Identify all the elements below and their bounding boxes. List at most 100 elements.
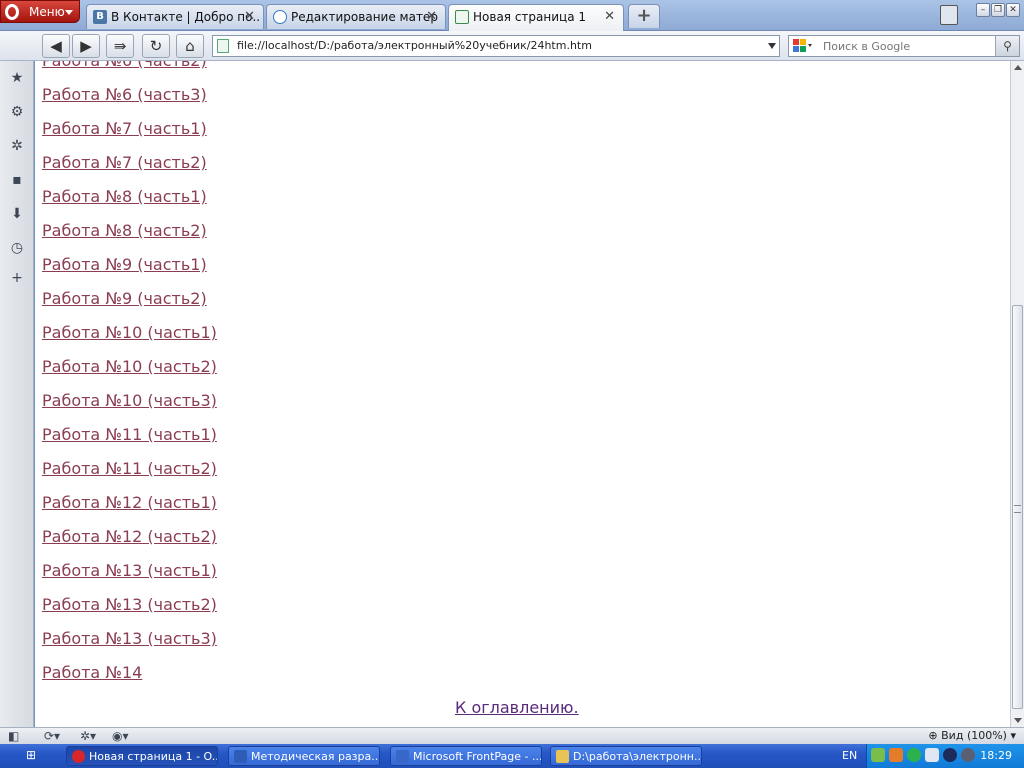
link-work-7-part-2[interactable]: Работа №7 (часть2) bbox=[42, 153, 217, 187]
opera-logo-icon bbox=[5, 4, 19, 20]
tray-app-icon[interactable] bbox=[889, 748, 903, 762]
taskbar-item-frontpage[interactable]: Microsoft FrontPage - ... bbox=[390, 746, 542, 766]
tray-app-icon[interactable] bbox=[871, 748, 885, 762]
language-indicator[interactable]: EN bbox=[842, 749, 857, 762]
panel-toggle-icon[interactable]: ◧ bbox=[8, 729, 19, 743]
search-box[interactable]: ⚲ bbox=[788, 35, 1020, 57]
close-icon[interactable]: ✕ bbox=[244, 9, 255, 24]
unite-status-icon[interactable]: ✲▾ bbox=[80, 729, 96, 743]
taskbar-item-title: Методическая разра... bbox=[251, 750, 380, 763]
forward-button[interactable]: ▶ bbox=[72, 34, 100, 58]
link-work-12-part-2[interactable]: Работа №12 (часть2) bbox=[42, 527, 217, 561]
link-work-7-part-1[interactable]: Работа №7 (часть1) bbox=[42, 119, 217, 153]
taskbar-item-title: D:\работа\электронн... bbox=[573, 750, 702, 763]
restore-button[interactable]: ❐ bbox=[991, 3, 1005, 17]
taskbar-item-opera[interactable]: Новая страница 1 - O... bbox=[66, 746, 218, 766]
widgets-gear-icon[interactable]: ⚙ bbox=[8, 103, 26, 121]
link-work-13-part-3[interactable]: Работа №13 (часть3) bbox=[42, 629, 217, 663]
close-icon[interactable]: ✕ bbox=[426, 9, 437, 24]
page-content: Работа №6 (часть2) Работа №6 (часть3) Ра… bbox=[35, 61, 1010, 727]
page-icon bbox=[217, 39, 229, 53]
back-button[interactable]: ◀ bbox=[42, 34, 70, 58]
link-work-12-part-1[interactable]: Работа №12 (часть1) bbox=[42, 493, 217, 527]
trash-icon[interactable] bbox=[940, 5, 958, 25]
taskbar-item-folder[interactable]: D:\работа\электронн... bbox=[550, 746, 702, 766]
chevron-down-icon: ▾ bbox=[1010, 729, 1016, 742]
frontpage-icon bbox=[396, 750, 409, 763]
joomla-icon bbox=[273, 10, 287, 24]
link-work-10-part-3[interactable]: Работа №10 (часть3) bbox=[42, 391, 217, 425]
word-icon bbox=[234, 750, 247, 763]
link-work-6-part-3[interactable]: Работа №6 (часть3) bbox=[42, 85, 217, 119]
sync-icon[interactable]: ⟳▾ bbox=[44, 729, 60, 743]
zoom-icon: ⊕ bbox=[928, 729, 938, 742]
add-panel-icon[interactable]: + bbox=[8, 269, 26, 287]
close-icon[interactable]: ✕ bbox=[604, 9, 615, 24]
minimize-button[interactable]: – bbox=[976, 3, 990, 17]
link-work-13-part-1[interactable]: Работа №13 (часть1) bbox=[42, 561, 217, 595]
link-work-8-part-1[interactable]: Работа №8 (часть1) bbox=[42, 187, 217, 221]
turbo-icon[interactable]: ◉▾ bbox=[112, 729, 129, 743]
history-clock-icon[interactable]: ◷ bbox=[8, 239, 26, 257]
vertical-scrollbar[interactable] bbox=[1010, 61, 1024, 727]
vk-icon: B bbox=[93, 10, 107, 24]
notes-icon[interactable]: ▪ bbox=[8, 171, 26, 189]
tab-title: Редактирование матер... bbox=[291, 10, 439, 24]
bookmarks-icon[interactable]: ★ bbox=[8, 69, 26, 87]
link-work-13-part-2[interactable]: Работа №13 (часть2) bbox=[42, 595, 217, 629]
tray-app-icon[interactable] bbox=[961, 748, 975, 762]
link-work-11-part-1[interactable]: Работа №11 (часть1) bbox=[42, 425, 217, 459]
link-work-10-part-2[interactable]: Работа №10 (часть2) bbox=[42, 357, 217, 391]
clock: 18:29 bbox=[980, 749, 1012, 762]
zoom-level: Вид (100%) bbox=[941, 729, 1007, 742]
unite-icon[interactable]: ✲ bbox=[8, 137, 26, 155]
search-icon: ⚲ bbox=[1003, 39, 1012, 53]
status-bar: ◧ ⟳▾ ✲▾ ◉▾ ⊕ Вид (100%) ▾ bbox=[0, 727, 1024, 744]
close-window-button[interactable]: ✕ bbox=[1006, 3, 1020, 17]
search-input[interactable] bbox=[823, 38, 991, 54]
chevron-down-icon[interactable] bbox=[768, 43, 776, 49]
link-work-9-part-2[interactable]: Работа №9 (часть2) bbox=[42, 289, 217, 323]
tray-app-icon[interactable] bbox=[943, 748, 957, 762]
new-tab-button[interactable]: + bbox=[628, 4, 660, 28]
tray-icq-icon[interactable] bbox=[907, 748, 921, 762]
page-icon bbox=[455, 10, 469, 24]
link-work-14[interactable]: Работа №14 bbox=[42, 663, 217, 697]
link-work-11-part-2[interactable]: Работа №11 (часть2) bbox=[42, 459, 217, 493]
tab-title: В Контакте | Добро по... bbox=[111, 10, 259, 24]
zoom-control[interactable]: ⊕ Вид (100%) ▾ bbox=[928, 729, 1016, 742]
tray-network-icon[interactable] bbox=[925, 748, 939, 762]
folder-icon bbox=[556, 750, 569, 763]
home-button[interactable]: ⌂ bbox=[176, 34, 204, 58]
taskbar-item-word[interactable]: Методическая разра... bbox=[228, 746, 380, 766]
reload-button[interactable]: ↻ bbox=[142, 34, 170, 58]
fast-forward-button[interactable]: ⇛ bbox=[106, 34, 134, 58]
scroll-up-icon[interactable] bbox=[1014, 65, 1022, 70]
address-bar[interactable]: file://localhost/D:/работа/электронный%2… bbox=[212, 35, 780, 57]
address-value[interactable]: file://localhost/D:/работа/электронный%2… bbox=[237, 39, 592, 52]
windows-logo-icon[interactable]: ⊞ bbox=[26, 748, 42, 764]
navigation-toolbar: ◀ ▶ ⇛ ↻ ⌂ file://localhost/D:/работа/эле… bbox=[0, 31, 1024, 61]
tab-edit-material[interactable]: Редактирование матер... ✕ bbox=[266, 4, 446, 29]
arrow-left-icon: ◀ bbox=[50, 37, 62, 55]
link-work-8-part-2[interactable]: Работа №8 (часть2) bbox=[42, 221, 217, 255]
system-tray: 18:29 bbox=[866, 744, 1024, 768]
link-list: Работа №6 (часть2) Работа №6 (часть3) Ра… bbox=[42, 61, 217, 697]
link-work-10-part-1[interactable]: Работа №10 (часть1) bbox=[42, 323, 217, 357]
tab-bar: Меню B В Контакте | Добро по... ✕ Редакт… bbox=[0, 0, 1024, 31]
search-button[interactable]: ⚲ bbox=[995, 36, 1019, 56]
downloads-icon[interactable]: ⬇ bbox=[8, 205, 26, 223]
link-work-9-part-1[interactable]: Работа №9 (часть1) bbox=[42, 255, 217, 289]
opera-menu-button[interactable]: Меню bbox=[0, 0, 80, 23]
scroll-down-icon[interactable] bbox=[1014, 718, 1022, 723]
tab-vkontakte[interactable]: B В Контакте | Добро по... ✕ bbox=[86, 4, 264, 29]
arrow-right-icon: ▶ bbox=[80, 37, 92, 55]
chevron-down-icon bbox=[65, 10, 73, 15]
table-of-contents-link[interactable]: К оглавлению. bbox=[455, 698, 579, 717]
google-icon[interactable] bbox=[792, 38, 814, 54]
reload-icon: ↻ bbox=[149, 37, 163, 55]
link-work-6-part-2[interactable]: Работа №6 (часть2) bbox=[42, 61, 217, 85]
side-panel: ★ ⚙ ✲ ▪ ⬇ ◷ + bbox=[0, 61, 34, 727]
tab-new-page[interactable]: Новая страница 1 ✕ bbox=[448, 4, 624, 31]
fast-forward-icon: ⇛ bbox=[113, 37, 127, 55]
